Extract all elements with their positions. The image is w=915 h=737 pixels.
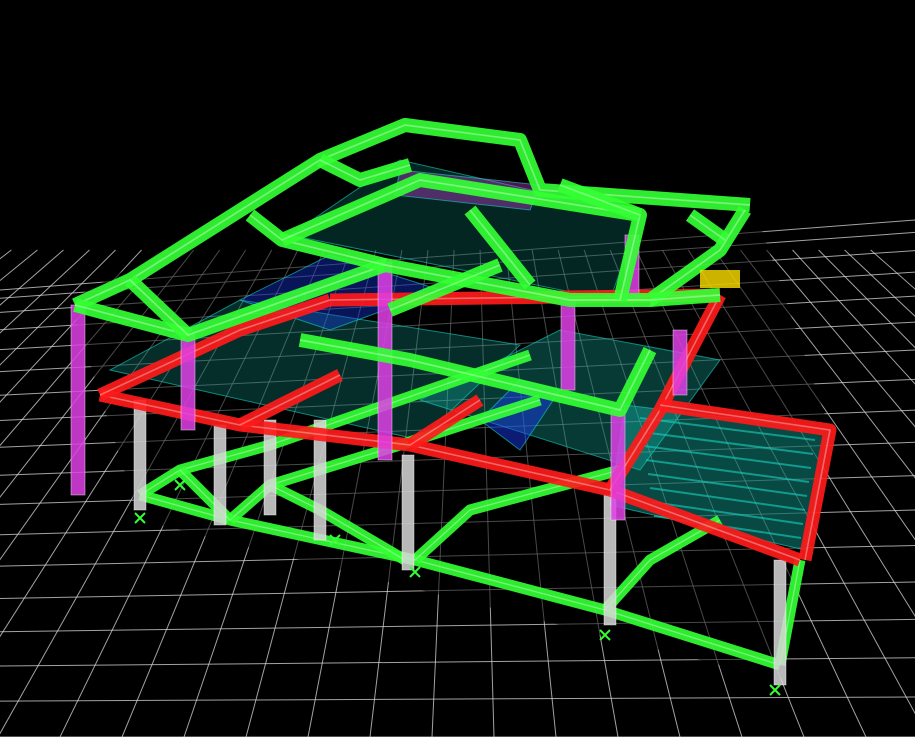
upper-column: [70, 304, 86, 496]
upper-column: [672, 329, 688, 396]
lower-column: [133, 399, 147, 511]
structural-3d-viewport[interactable]: [0, 0, 915, 737]
lower-column: [401, 454, 415, 571]
stair-element: [700, 270, 740, 288]
grid-line: [0, 249, 12, 260]
upper-column: [560, 299, 576, 391]
support-icon: [769, 684, 781, 696]
structure-render: [0, 118, 915, 737]
grid-line: [0, 249, 64, 306]
grid-line: [0, 249, 38, 282]
upper-column: [610, 409, 626, 521]
lower-column: [773, 559, 787, 686]
lower-column: [213, 424, 227, 526]
upper-column: [180, 334, 196, 431]
